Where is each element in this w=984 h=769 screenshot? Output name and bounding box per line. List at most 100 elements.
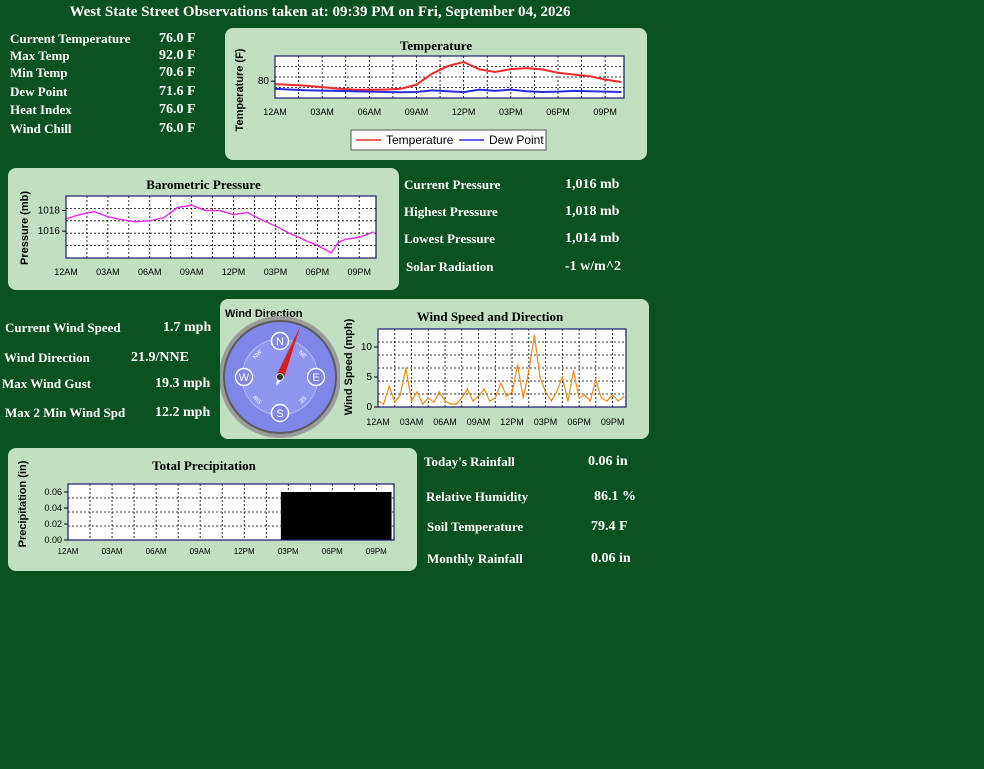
precip-bar xyxy=(317,492,333,540)
data-point xyxy=(617,400,619,402)
x-tick-label: 03PM xyxy=(499,107,523,117)
data-point xyxy=(415,91,418,93)
stat-label: Solar Radiation xyxy=(406,259,494,274)
data-point xyxy=(488,400,491,402)
data-point xyxy=(372,231,375,233)
data-point xyxy=(494,397,497,399)
stat-label: Dew Point xyxy=(10,84,68,99)
stat-label: Current Temperature xyxy=(10,31,131,46)
stat-value: -1 w/m^2 xyxy=(565,259,621,274)
stat-value: 71.6 F xyxy=(159,84,196,99)
data-point xyxy=(510,88,512,91)
data-point xyxy=(583,394,586,396)
y-tick-label: 5 xyxy=(366,372,372,383)
compass-cardinal-label: W xyxy=(239,372,250,384)
data-point xyxy=(415,83,418,86)
data-point xyxy=(606,400,608,402)
stat-value: 1,018 mb xyxy=(565,204,620,219)
stat-label: Wind Chill xyxy=(10,121,72,136)
stat-value: 76.0 F xyxy=(159,31,196,46)
data-point xyxy=(462,61,465,63)
data-point xyxy=(337,90,339,92)
data-point xyxy=(533,334,536,336)
data-point xyxy=(399,394,402,396)
y-tick-label: 0 xyxy=(366,402,372,413)
data-point xyxy=(567,400,569,402)
data-point xyxy=(399,87,402,90)
data-point xyxy=(427,397,430,399)
data-point xyxy=(522,397,525,399)
x-tick-label: 09AM xyxy=(180,267,204,277)
data-point xyxy=(289,88,292,91)
data-point xyxy=(494,71,496,73)
precip-bar xyxy=(280,492,289,540)
data-point xyxy=(289,84,292,86)
data-point xyxy=(572,90,575,92)
y-tick-label: 80 xyxy=(258,76,270,87)
precip-bar xyxy=(361,492,377,540)
data-point xyxy=(321,89,323,92)
data-point xyxy=(588,75,591,77)
data-point xyxy=(358,236,361,239)
x-tick-label: 12PM xyxy=(234,547,255,556)
y-tick-label: 0.02 xyxy=(44,519,62,529)
compass-hub xyxy=(276,373,284,381)
y-axis-label: Precipitation (in) xyxy=(17,460,29,547)
data-point xyxy=(539,376,541,378)
data-point xyxy=(447,90,449,93)
legend-label: Temperature xyxy=(386,133,454,147)
wind-speed-chart: 0 5 10 12AM 03AM 06AM 09AM 12PM 03PM 06PM 09PM Wind… xyxy=(343,318,627,427)
data-point xyxy=(368,88,371,91)
data-point xyxy=(460,397,463,399)
data-point xyxy=(384,88,386,91)
data-point xyxy=(620,91,622,93)
data-point xyxy=(93,210,95,213)
data-point xyxy=(449,403,452,405)
stat-label: Current Wind Speed xyxy=(5,320,121,335)
stat-value: 70.6 F xyxy=(159,65,196,80)
x-tick-label: 06AM xyxy=(358,107,382,117)
x-tick-label: 09PM xyxy=(366,547,387,556)
compass-cardinal-label: N xyxy=(276,336,284,348)
y-tick-label: 0.00 xyxy=(44,535,62,545)
stat-value: 76.0 F xyxy=(159,102,196,117)
stat-value: 12.2 mph xyxy=(155,405,211,420)
x-tick-label: 06AM xyxy=(138,267,162,277)
precip-bar xyxy=(288,492,304,540)
data-point xyxy=(555,391,558,393)
x-tick-label: 09PM xyxy=(347,267,371,277)
x-tick-label: 12AM xyxy=(263,107,287,117)
temperature-panel: Temperature 80 12AM 03AM 06AM 09AM 12PM 03PM 06… xyxy=(225,28,647,160)
data-point xyxy=(472,400,474,402)
x-tick-label: 09AM xyxy=(190,547,211,556)
x-tick-label: 09PM xyxy=(593,107,617,117)
y-axis-label: Temperature (F) xyxy=(234,48,246,131)
x-tick-label: 12PM xyxy=(452,107,476,117)
data-point xyxy=(410,400,413,402)
compass-cardinal-label: E xyxy=(312,372,319,384)
data-point xyxy=(572,73,575,76)
x-tick-label: 12AM xyxy=(58,547,79,556)
data-point xyxy=(107,215,109,218)
data-point xyxy=(494,90,496,92)
x-tick-label: 06PM xyxy=(306,267,330,277)
data-point xyxy=(516,364,519,366)
y-tick-label: 0.04 xyxy=(44,503,62,513)
stat-label: Soil Temperature xyxy=(427,519,524,534)
stat-label: Max Temp xyxy=(10,48,70,63)
data-point xyxy=(604,90,606,93)
data-point xyxy=(600,397,603,399)
data-point xyxy=(478,88,481,91)
stat-label: Heat Index xyxy=(10,102,72,117)
data-point xyxy=(595,379,597,381)
stat-value: 21.9/NNE xyxy=(131,350,189,365)
data-point xyxy=(352,88,355,91)
data-point xyxy=(620,81,622,83)
data-point xyxy=(541,68,544,71)
precip-bar xyxy=(347,492,363,540)
data-point xyxy=(344,238,347,241)
stat-value: 1,014 mb xyxy=(565,231,620,246)
stat-value: 76.0 F xyxy=(159,121,196,136)
data-point xyxy=(232,213,235,216)
data-point xyxy=(190,204,193,207)
